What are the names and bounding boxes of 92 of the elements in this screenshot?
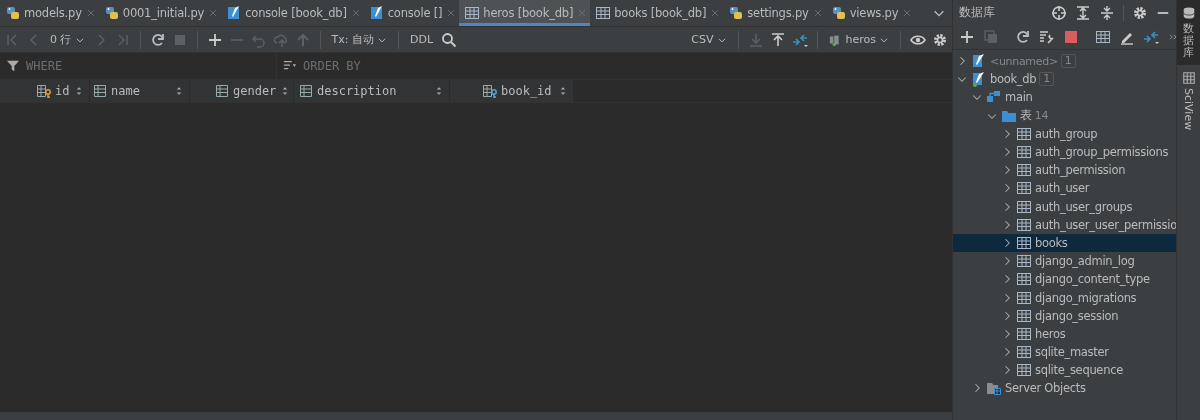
export-format-dropdown[interactable]: CSV (689, 33, 729, 46)
tree-item[interactable]: django_session (953, 306, 1176, 325)
table-icon (1016, 144, 1032, 161)
settings-icon[interactable] (932, 31, 948, 48)
collapse-all-icon[interactable] (1099, 4, 1115, 21)
datasource-icon (971, 53, 987, 70)
editor-tab[interactable]: heros [book_db] (459, 0, 591, 26)
side-tool-tab[interactable]: 数据库 (1177, 0, 1200, 66)
column-icon (92, 83, 108, 99)
table-icon[interactable] (1095, 29, 1111, 45)
count-badge: 1 (1060, 54, 1076, 69)
tree-item[interactable]: heros (953, 324, 1176, 343)
console-pen-icon (368, 5, 385, 21)
tree-item[interactable]: auth_user_groups (953, 197, 1176, 216)
table-icon (1016, 271, 1032, 288)
column-header[interactable]: description (294, 80, 450, 102)
datasource-icon (971, 71, 987, 88)
ddl-button[interactable]: DDL (407, 33, 435, 46)
python-file-icon (728, 5, 745, 21)
table-icon (1016, 216, 1032, 233)
compare-arrows-icon[interactable] (1143, 29, 1159, 45)
column-header[interactable]: id (0, 80, 90, 102)
python-file-icon (103, 5, 120, 21)
tree-item[interactable]: django_migrations (953, 288, 1176, 307)
more-icon[interactable] (1167, 31, 1176, 43)
settings-icon[interactable] (1132, 4, 1148, 21)
editor-tab[interactable]: console [book_db] (221, 0, 364, 26)
table-icon (1016, 344, 1032, 361)
column-icon (214, 83, 230, 99)
tree-item[interactable]: main (953, 88, 1176, 107)
stop-icon[interactable] (1063, 29, 1079, 45)
search-icon[interactable] (441, 31, 457, 48)
database-icon (1181, 6, 1196, 20)
column-header[interactable]: gender (190, 80, 294, 102)
tree-item[interactable]: auth_group (953, 124, 1176, 143)
table-icon (1016, 362, 1032, 379)
tree-item[interactable]: auth_permission (953, 161, 1176, 180)
server-folder-icon (986, 380, 1002, 397)
expand-all-icon[interactable] (1075, 4, 1091, 21)
table-icon (1016, 325, 1032, 342)
column-header[interactable]: book_id (450, 80, 574, 102)
tree-item[interactable]: auth_user_user_permissio (953, 215, 1176, 234)
table-icon (1016, 234, 1032, 251)
table-icon (1016, 253, 1032, 270)
table-icon (1016, 180, 1032, 197)
tree-item[interactable]: Server Objects (953, 379, 1176, 398)
row-count-dropdown[interactable]: 0 行 (48, 32, 87, 47)
editor-tab[interactable]: console [] (363, 0, 460, 26)
tree-item[interactable]: books (953, 233, 1176, 253)
editor-tab[interactable]: books [book_db] (590, 0, 724, 26)
upload-icon[interactable] (769, 31, 786, 48)
tree-item[interactable]: django_admin_log (953, 252, 1176, 271)
python-file-icon (830, 5, 847, 21)
schema-dropdown[interactable]: heros (826, 32, 891, 47)
add-icon[interactable] (959, 29, 975, 45)
tree-item[interactable]: sqlite_master (953, 343, 1176, 362)
refresh-icon[interactable] (149, 31, 166, 48)
add-row-icon[interactable] (206, 31, 223, 48)
panel-title: 数据库 (959, 4, 996, 21)
tree-item[interactable]: auth_group_permissions (953, 142, 1176, 162)
side-tool-tab[interactable]: SciView (1177, 65, 1200, 137)
filter-icon (6, 59, 20, 73)
table-icon (595, 5, 612, 21)
editor-tab[interactable]: models.py (0, 0, 99, 26)
column-icon (298, 83, 314, 99)
compare-arrows-icon[interactable] (791, 31, 808, 48)
tree-item[interactable]: <unnamed> 1 (953, 52, 1176, 71)
database-tools-icon[interactable] (1039, 29, 1055, 45)
target-icon[interactable] (1051, 4, 1067, 21)
tree-item[interactable]: django_content_type (953, 270, 1176, 289)
tree-item[interactable]: auth_user (953, 179, 1176, 198)
table-icon (1016, 125, 1032, 142)
table-icon (1016, 289, 1032, 306)
tree-item[interactable]: book_db 1 (953, 70, 1176, 89)
tree-item[interactable]: sqlite_sequence (953, 361, 1176, 380)
table-icon (464, 5, 481, 21)
table-icon (1016, 198, 1032, 215)
column-header[interactable]: name (90, 80, 190, 102)
table-icon (1016, 162, 1032, 179)
count-label: 14 (1034, 109, 1049, 123)
python-file-icon (5, 5, 21, 21)
count-badge: 1 (1039, 72, 1054, 87)
transaction-mode-dropdown[interactable]: Tx: 自动 (329, 32, 389, 47)
primary-key-column-icon (36, 83, 52, 99)
grid-icon (1181, 71, 1196, 86)
editor-tab[interactable]: settings.py (723, 0, 826, 26)
editor-tab[interactable]: views.py (825, 0, 916, 26)
foreign-key-column-icon (482, 83, 498, 99)
table-icon (1016, 307, 1032, 324)
editor-tab[interactable]: 0001_initial.py (98, 0, 222, 26)
tree-item[interactable]: 表 14 (953, 106, 1176, 125)
refresh-icon[interactable] (1015, 29, 1031, 45)
